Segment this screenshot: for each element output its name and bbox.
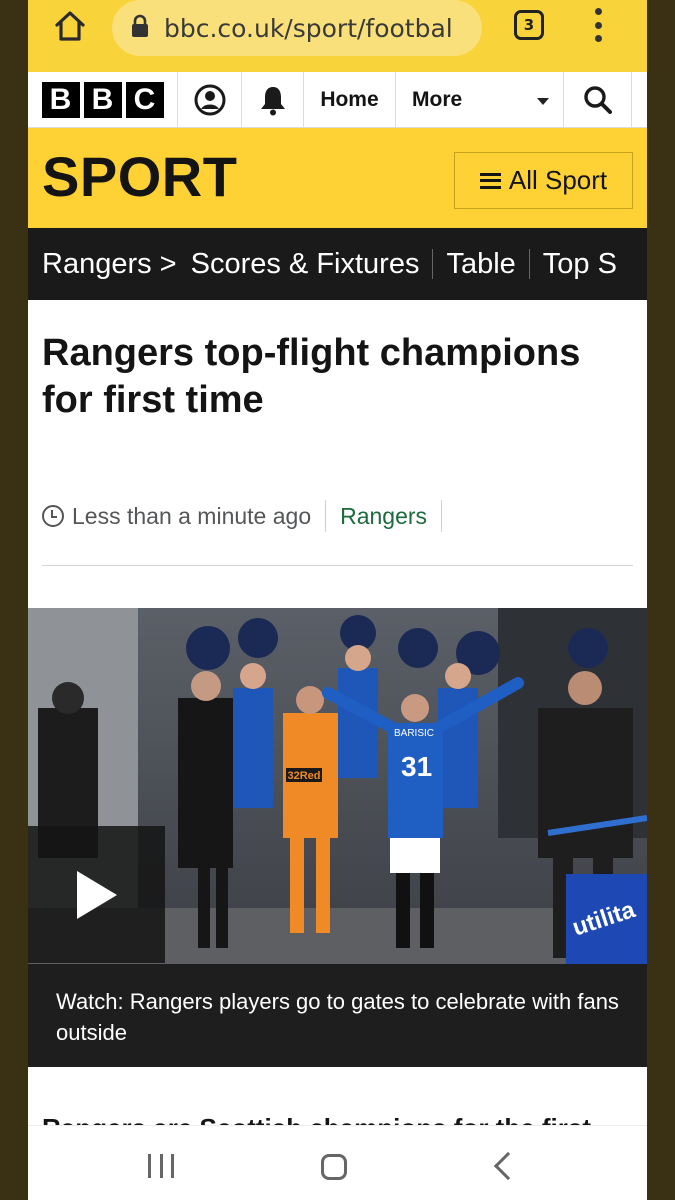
divider	[325, 500, 327, 532]
search-icon[interactable]	[564, 72, 632, 128]
bbc-logo-letter: B	[83, 82, 122, 118]
nav-home-link[interactable]: Home	[304, 72, 396, 128]
browser-toolbar: bbc.co.uk/sport/footbal 3	[28, 0, 647, 72]
android-home-icon[interactable]	[321, 1154, 347, 1180]
section-nav-item[interactable]: Scores & Fixtures	[191, 248, 420, 281]
section-nav-team[interactable]: Rangers >	[42, 248, 177, 281]
all-sport-button[interactable]: All Sport	[454, 152, 633, 209]
video-thumbnail[interactable]: 32Red BARISIC 31 utilita	[28, 608, 647, 964]
home-icon[interactable]	[48, 6, 92, 46]
sport-title[interactable]: SPORT	[42, 144, 237, 209]
bbc-top-nav: B B C Home More	[28, 72, 647, 128]
url-text: bbc.co.uk/sport/footbal	[164, 13, 453, 43]
bell-icon[interactable]	[242, 72, 304, 128]
play-icon	[76, 870, 117, 919]
shirt-name-text: BARISIC	[394, 728, 434, 739]
lock-icon	[130, 14, 150, 43]
section-nav-item[interactable]: Table	[446, 248, 515, 281]
article-body-start: Rangers are Scottish champions for the f…	[42, 1108, 642, 1126]
section-nav: Rangers > Scores & Fixtures Table Top S	[28, 228, 647, 300]
clock-icon	[42, 505, 64, 527]
all-sport-label: All Sport	[508, 165, 608, 195]
divider	[528, 249, 530, 279]
hamburger-icon	[479, 172, 501, 189]
nav-more-dropdown[interactable]: More	[396, 72, 564, 128]
account-icon[interactable]	[178, 72, 242, 128]
shirt-number-text: 31	[401, 751, 432, 782]
nav-more-label: More	[412, 88, 463, 111]
article-timestamp: Less than a minute ago	[72, 502, 312, 529]
divider	[42, 565, 633, 566]
android-navigation-bar	[28, 1125, 647, 1200]
phone-screen: bbc.co.uk/sport/footbal 3 B B C Home Mor…	[28, 0, 647, 1200]
recent-apps-icon[interactable]	[148, 1154, 174, 1178]
article-meta: Less than a minute ago Rangers	[42, 498, 456, 534]
chevron-down-icon	[537, 98, 549, 105]
media-caption: Watch: Rangers players go to gates to ce…	[28, 964, 647, 1067]
bbc-logo[interactable]: B B C	[28, 72, 178, 128]
article-headline: Rangers top-flight champions for first t…	[42, 332, 581, 421]
divider	[441, 500, 443, 532]
back-icon[interactable]	[493, 1151, 523, 1181]
address-bar[interactable]: bbc.co.uk/sport/footbal	[112, 0, 482, 56]
sport-header: SPORT All Sport	[28, 128, 647, 228]
section-nav-item[interactable]: Top S	[543, 248, 617, 281]
bbc-logo-letter: C	[125, 82, 164, 118]
play-button[interactable]	[28, 826, 165, 963]
article-tag-link[interactable]: Rangers	[340, 503, 427, 530]
shirt-sponsor-text: 32Red	[287, 770, 320, 782]
divider	[432, 249, 434, 279]
kebab-menu-icon[interactable]	[588, 8, 608, 42]
tab-switcher-button[interactable]: 3	[514, 10, 544, 40]
bbc-logo-letter: B	[41, 82, 80, 118]
